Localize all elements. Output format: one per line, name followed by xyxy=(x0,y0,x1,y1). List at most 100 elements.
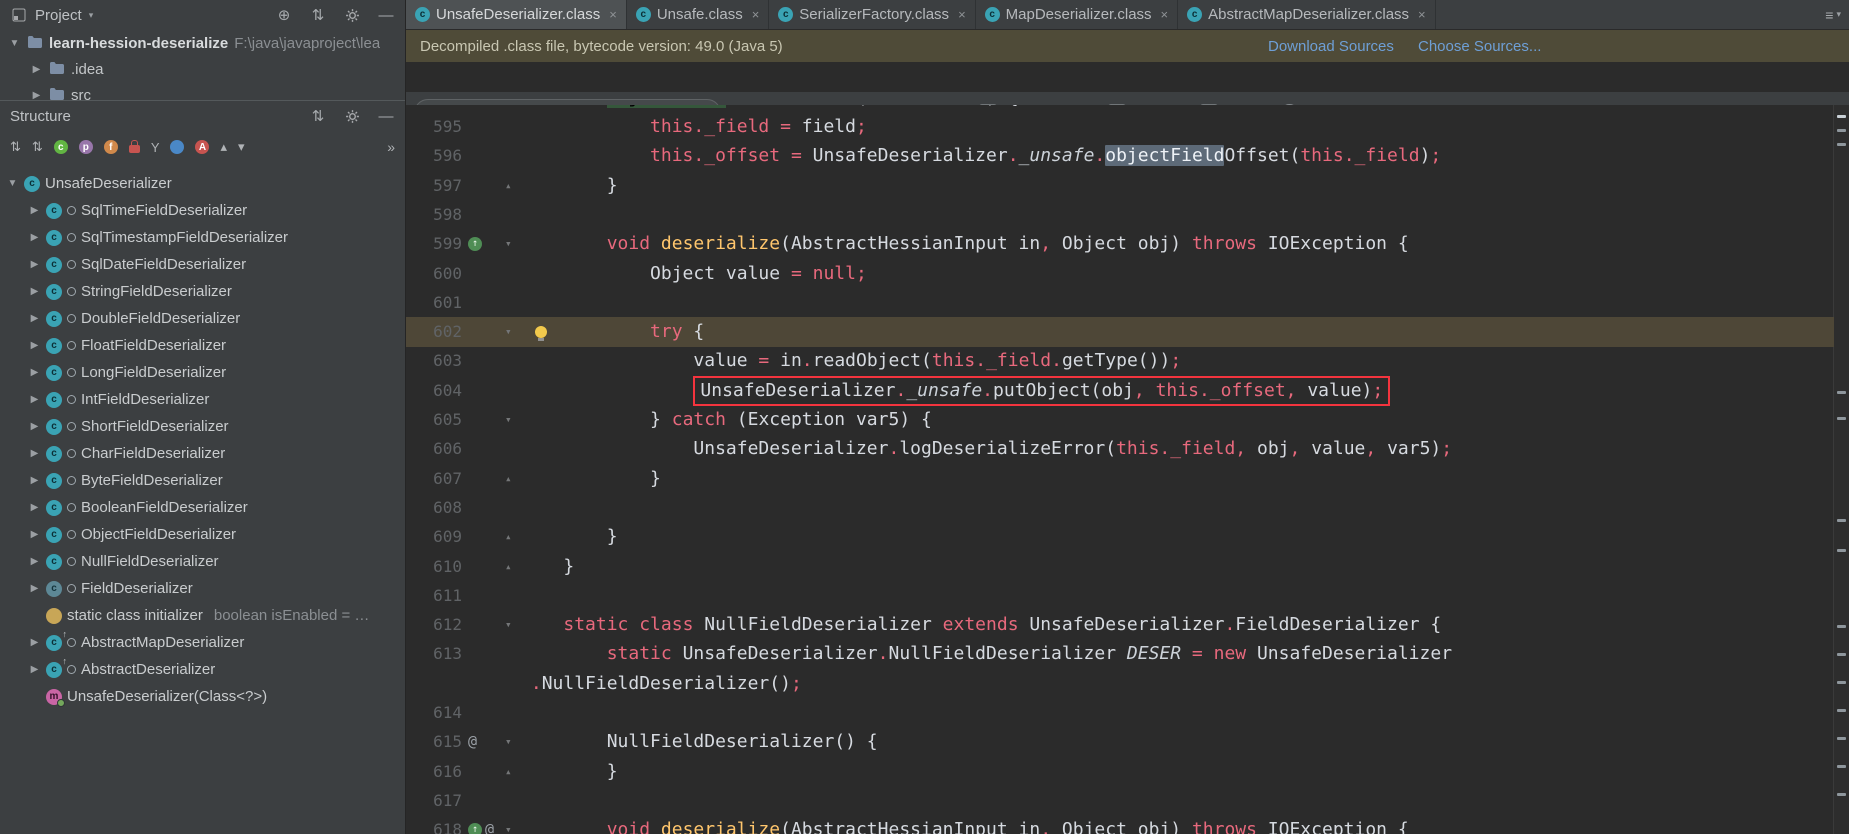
line-number[interactable]: 595 xyxy=(406,112,462,141)
overriding-method-icon[interactable]: ↑ xyxy=(468,237,482,252)
stripe-mark[interactable] xyxy=(1837,737,1846,740)
fold-close-icon[interactable]: ▴ xyxy=(505,464,512,493)
code-text[interactable]: void deserialize(AbstractHessianInput in… xyxy=(520,815,1409,834)
structure-item[interactable]: ▶ c ShortFieldDeserializer xyxy=(0,413,405,440)
code-line[interactable]: 602 ▾ try { xyxy=(406,317,1834,348)
tree-caret-collapsed-icon[interactable]: ▶ xyxy=(28,313,41,324)
tree-caret-collapsed-icon[interactable]: ▶ xyxy=(28,637,41,648)
stripe-mark[interactable] xyxy=(1837,765,1846,768)
tree-caret-collapsed-icon[interactable]: ▶ xyxy=(28,475,41,486)
structure-item[interactable]: ▶ c LongFieldDeserializer xyxy=(0,359,405,386)
stripe-mark[interactable] xyxy=(1837,129,1846,132)
overriding-method-icon[interactable]: ↑ xyxy=(468,823,482,834)
fold-close-icon[interactable]: ▴ xyxy=(505,522,512,551)
tree-caret-collapsed-icon[interactable]: ▶ xyxy=(28,583,41,594)
structure-item[interactable]: ▶ c DoubleFieldDeserializer xyxy=(0,305,405,332)
structure-item[interactable]: static class initializer boolean isEnable… xyxy=(0,602,405,629)
structure-item[interactable]: ▼ c UnsafeDeserializer xyxy=(0,170,405,197)
fold-close-icon[interactable]: ▴ xyxy=(505,552,512,581)
code-line[interactable]: 617 xyxy=(406,786,1834,816)
code-line[interactable]: 616 ▴ } xyxy=(406,757,1834,787)
tree-caret-expanded-icon[interactable]: ▼ xyxy=(6,178,19,189)
tree-caret-collapsed-icon[interactable]: ▶ xyxy=(28,367,41,378)
code-line[interactable]: 605 ▾ } catch (Exception var5) { xyxy=(406,405,1834,435)
code-line[interactable]: 604 UnsafeDeserializer._unsafe.putObject… xyxy=(406,375,1834,406)
code-text[interactable]: } catch (Exception var5) { xyxy=(520,405,932,434)
code-line[interactable]: 603 value = in.readObject(this._field.ge… xyxy=(406,346,1834,376)
code-line[interactable]: 611 xyxy=(406,581,1834,611)
show-properties-icon[interactable]: p xyxy=(78,140,93,154)
expand-all-icon[interactable]: ▴ xyxy=(220,139,227,155)
code-line[interactable]: 599 ↑ ▾ void deserialize(AbstractHessianIn… xyxy=(406,229,1834,259)
locate-icon[interactable]: ⊕ xyxy=(275,6,293,24)
line-number[interactable]: 612 xyxy=(406,610,462,639)
code-line[interactable]: 597 ▴ } xyxy=(406,171,1834,201)
structure-item[interactable]: ▶ c SqlDateFieldDeserializer xyxy=(0,251,405,278)
sort-alphabetically-icon[interactable]: ⇅ xyxy=(10,139,21,155)
line-number[interactable]: 615 xyxy=(406,727,462,756)
show-fields-icon[interactable]: f xyxy=(103,140,118,154)
tab-close-icon[interactable]: × xyxy=(958,7,966,22)
code-line[interactable]: .NullFieldDeserializer(); xyxy=(406,669,1834,699)
structure-item[interactable]: ▶ c SqlTimeFieldDeserializer xyxy=(0,197,405,224)
project-root-item[interactable]: ▼ learn-hession-deserialize F:\java\javapr… xyxy=(0,30,405,56)
code-line[interactable]: 601 xyxy=(406,288,1834,318)
code-text[interactable]: } xyxy=(520,552,574,581)
stripe-mark[interactable] xyxy=(1837,549,1846,552)
line-number[interactable]: 601 xyxy=(406,288,462,317)
editor-tab[interactable]: c Unsafe.class × xyxy=(627,0,770,29)
stripe-mark[interactable] xyxy=(1837,793,1846,796)
code-text[interactable]: } xyxy=(520,522,618,551)
code-line[interactable]: 615 @ ▾ NullFieldDeserializer() { xyxy=(406,727,1834,757)
code-editor[interactable]: 594 ObjectFieldDeserializer(Field field)… xyxy=(406,105,1849,834)
tree-caret-collapsed-icon[interactable]: ▶ xyxy=(28,259,41,270)
line-number[interactable]: 600 xyxy=(406,259,462,288)
banner-link[interactable]: Download Sources xyxy=(1268,30,1394,62)
tree-caret-collapsed-icon[interactable]: ▶ xyxy=(30,64,43,75)
tree-caret-collapsed-icon[interactable]: ▶ xyxy=(28,286,41,297)
line-number[interactable]: 617 xyxy=(406,786,462,815)
collapse-all-icon[interactable]: ⇅ xyxy=(309,6,327,24)
fold-open-icon[interactable]: ▾ xyxy=(505,317,512,346)
tree-caret-collapsed-icon[interactable]: ▶ xyxy=(28,394,41,405)
structure-item[interactable]: ▶ c BooleanFieldDeserializer xyxy=(0,494,405,521)
structure-item[interactable]: ▶ c FieldDeserializer xyxy=(0,575,405,602)
line-number[interactable]: 614 xyxy=(406,698,462,727)
editor-tabs-list-icon[interactable]: ≡ xyxy=(1825,7,1833,23)
code-text[interactable]: static UnsafeDeserializer.NullFieldDeser… xyxy=(520,639,1452,668)
code-text[interactable]: NullFieldDeserializer() { xyxy=(520,727,878,756)
code-text[interactable]: this._offset = UnsafeDeserializer._unsaf… xyxy=(520,141,1441,170)
structure-item[interactable]: ▶ c StringFieldDeserializer xyxy=(0,278,405,305)
line-number[interactable]: 618 xyxy=(406,815,462,834)
code-text[interactable]: static class NullFieldDeserializer exten… xyxy=(520,610,1441,639)
code-line[interactable]: 612 ▾ static class NullFieldDeserializer … xyxy=(406,610,1834,640)
stripe-mark[interactable] xyxy=(1837,417,1846,420)
line-number[interactable]: 606 xyxy=(406,434,462,463)
line-number[interactable]: 613 xyxy=(406,639,462,668)
structure-item[interactable]: ▶ c ByteFieldDeserializer xyxy=(0,467,405,494)
editor-tab[interactable]: c MapDeserializer.class × xyxy=(976,0,1179,29)
show-inherited-icon[interactable]: Y xyxy=(151,140,160,155)
editor-tab[interactable]: c UnsafeDeserializer.class × xyxy=(406,0,627,29)
code-line[interactable]: 609 ▴ } xyxy=(406,522,1834,552)
project-tree-item[interactable]: ▶ .idea xyxy=(0,56,405,82)
code-line[interactable]: 607 ▴ } xyxy=(406,464,1834,494)
tree-caret-collapsed-icon[interactable]: ▶ xyxy=(28,448,41,459)
tree-caret-collapsed-icon[interactable]: ▶ xyxy=(28,556,41,567)
code-text[interactable]: UnsafeDeserializer._unsafe.putObject(obj… xyxy=(520,375,1391,406)
line-number[interactable]: 605 xyxy=(406,405,462,434)
stripe-mark[interactable] xyxy=(1837,115,1846,118)
fold-open-icon[interactable]: ▾ xyxy=(505,610,512,639)
stripe-mark[interactable] xyxy=(1837,681,1846,684)
editor-tab[interactable]: c AbstractMapDeserializer.class × xyxy=(1178,0,1436,29)
code-line[interactable]: 608 xyxy=(406,493,1834,523)
structure-item[interactable]: ▶ c CharFieldDeserializer xyxy=(0,440,405,467)
line-number[interactable]: 604 xyxy=(406,376,462,405)
code-text[interactable]: try { xyxy=(520,317,704,346)
tree-caret-collapsed-icon[interactable]: ▶ xyxy=(28,502,41,513)
code-text[interactable]: UnsafeDeserializer.logDeserializeError(t… xyxy=(520,434,1452,463)
tree-caret-collapsed-icon[interactable]: ▶ xyxy=(28,205,41,216)
code-text[interactable]: } xyxy=(520,757,618,786)
tab-close-icon[interactable]: × xyxy=(752,7,760,22)
chevron-down-icon[interactable]: ▾ xyxy=(89,10,94,21)
